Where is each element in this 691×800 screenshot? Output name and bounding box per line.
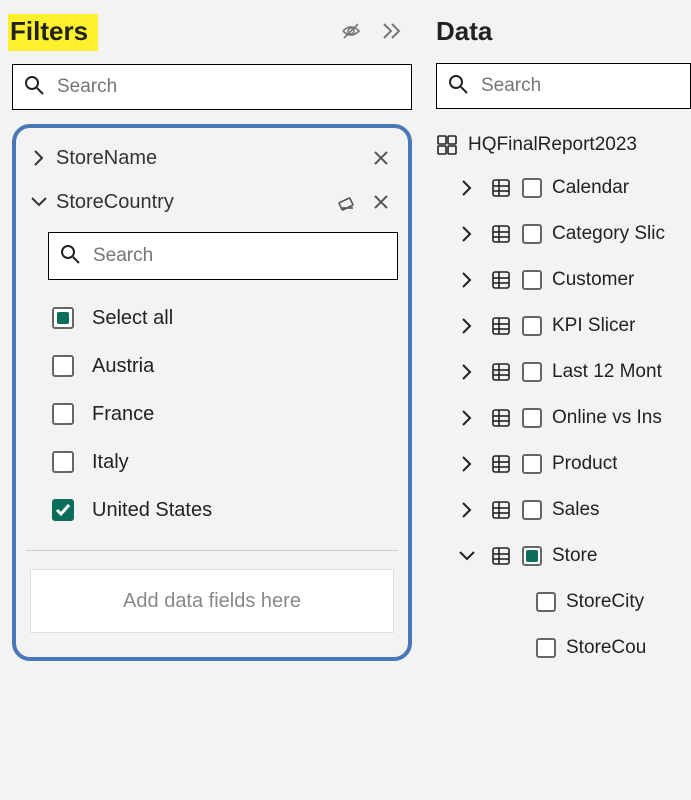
filter-option-select-all[interactable]: Select all — [26, 294, 398, 342]
table-label: Calendar — [552, 177, 629, 199]
filter-option-label: United States — [92, 499, 212, 522]
table-icon — [490, 453, 512, 475]
table-label: Category Slic — [552, 223, 665, 245]
chevron-down-icon[interactable] — [456, 545, 478, 567]
table-row-category-slicer[interactable]: Category Slic — [436, 211, 691, 257]
field-label: StoreCity — [566, 591, 644, 613]
checkbox-unchecked[interactable] — [522, 316, 542, 336]
filter-values-search-input[interactable] — [91, 244, 387, 268]
checkbox-unchecked[interactable] — [536, 638, 556, 658]
add-data-fields-dropzone[interactable]: Add data fields here — [30, 569, 394, 633]
checkbox-unchecked[interactable] — [536, 592, 556, 612]
chevron-right-icon[interactable] — [456, 315, 478, 337]
data-pane: Data HQFinalReport2023 Calendar Category… — [424, 0, 691, 800]
filter-option-italy[interactable]: Italy — [26, 438, 398, 486]
table-row-store[interactable]: Store — [436, 533, 691, 579]
collapse-pane-icon[interactable] — [372, 12, 412, 52]
filter-option-france[interactable]: France — [26, 390, 398, 438]
hide-filter-icon[interactable] — [332, 12, 372, 52]
checkbox-unchecked[interactable] — [52, 403, 74, 425]
checkbox-unchecked[interactable] — [52, 355, 74, 377]
clear-filter-icon[interactable] — [332, 187, 362, 217]
table-label: Store — [552, 545, 597, 567]
table-icon — [490, 361, 512, 383]
table-row-last-12-months[interactable]: Last 12 Mont — [436, 349, 691, 395]
table-label: Last 12 Mont — [552, 361, 662, 383]
table-row-sales[interactable]: Sales — [436, 487, 691, 533]
table-row-customer[interactable]: Customer — [436, 257, 691, 303]
table-label: Customer — [552, 269, 634, 291]
filters-title: Filters — [8, 14, 98, 51]
table-icon — [490, 545, 512, 567]
search-icon — [447, 73, 469, 100]
table-icon — [490, 223, 512, 245]
checkbox-unchecked[interactable] — [522, 454, 542, 474]
table-row-kpi-slicer[interactable]: KPI Slicer — [436, 303, 691, 349]
chevron-right-icon[interactable] — [456, 361, 478, 383]
fields-tree: HQFinalReport2023 Calendar Category Slic… — [436, 125, 691, 671]
checkbox-unchecked[interactable] — [522, 224, 542, 244]
filter-cards-highlight: StoreName StoreCountry Select all — [12, 124, 412, 661]
add-fields-label: Add data fields here — [123, 590, 301, 613]
dataset-row[interactable]: HQFinalReport2023 — [436, 125, 691, 165]
table-icon — [490, 177, 512, 199]
search-icon — [59, 243, 81, 270]
dataset-label: HQFinalReport2023 — [468, 134, 637, 156]
search-icon — [23, 74, 45, 101]
table-label: Online vs Ins — [552, 407, 662, 429]
filter-card-storecountry[interactable]: StoreCountry — [26, 180, 398, 224]
filters-search[interactable] — [12, 64, 412, 110]
chevron-down-icon[interactable] — [28, 191, 50, 213]
checkbox-unchecked[interactable] — [522, 408, 542, 428]
table-label: KPI Slicer — [552, 315, 635, 337]
field-row-storecountry[interactable]: StoreCou — [436, 625, 691, 671]
table-row-online-vs-instore[interactable]: Online vs Ins — [436, 395, 691, 441]
table-row-product[interactable]: Product — [436, 441, 691, 487]
filter-card-label: StoreName — [56, 147, 362, 170]
checkbox-unchecked[interactable] — [522, 178, 542, 198]
checkbox-indeterminate[interactable] — [522, 546, 542, 566]
table-icon — [490, 407, 512, 429]
table-icon — [490, 499, 512, 521]
table-row-calendar[interactable]: Calendar — [436, 165, 691, 211]
chevron-right-icon[interactable] — [28, 147, 50, 169]
remove-filter-icon[interactable] — [366, 187, 396, 217]
filter-option-united-states[interactable]: United States — [26, 486, 398, 534]
table-label: Sales — [552, 499, 600, 521]
chevron-right-icon[interactable] — [456, 499, 478, 521]
chevron-right-icon[interactable] — [456, 269, 478, 291]
data-search-input[interactable] — [479, 74, 680, 98]
filter-option-label: France — [92, 403, 154, 426]
checkbox-checked[interactable] — [52, 499, 74, 521]
table-icon — [490, 269, 512, 291]
remove-filter-icon[interactable] — [366, 143, 396, 173]
dataset-icon — [436, 134, 458, 156]
chevron-right-icon[interactable] — [456, 453, 478, 475]
filter-values-search[interactable] — [48, 232, 398, 280]
checkbox-indeterminate[interactable] — [52, 307, 74, 329]
filter-option-label: Austria — [92, 355, 154, 378]
filter-card-storename[interactable]: StoreName — [26, 136, 398, 180]
filter-card-label: StoreCountry — [56, 191, 328, 214]
filter-option-austria[interactable]: Austria — [26, 342, 398, 390]
data-search[interactable] — [436, 63, 691, 109]
chevron-right-icon[interactable] — [456, 407, 478, 429]
field-label: StoreCou — [566, 637, 646, 659]
divider — [26, 550, 398, 551]
chevron-right-icon[interactable] — [456, 223, 478, 245]
checkbox-unchecked[interactable] — [522, 500, 542, 520]
data-title: Data — [436, 10, 691, 57]
filters-header: Filters — [12, 10, 412, 58]
checkbox-unchecked[interactable] — [52, 451, 74, 473]
table-icon — [490, 315, 512, 337]
filters-search-input[interactable] — [55, 75, 401, 99]
field-row-storecity[interactable]: StoreCity — [436, 579, 691, 625]
filters-pane: Filters StoreName StoreCountry — [0, 0, 424, 800]
filter-option-label: Select all — [92, 307, 173, 330]
checkbox-unchecked[interactable] — [522, 362, 542, 382]
chevron-right-icon[interactable] — [456, 177, 478, 199]
filter-option-label: Italy — [92, 451, 129, 474]
table-label: Product — [552, 453, 617, 475]
checkbox-unchecked[interactable] — [522, 270, 542, 290]
